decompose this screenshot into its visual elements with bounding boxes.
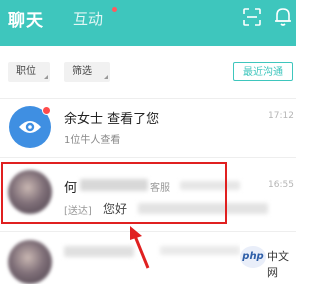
scan-icon[interactable]	[243, 8, 261, 26]
filter-chip[interactable]: 筛选	[64, 62, 110, 82]
viewer-title: 余女士 查看了您	[64, 112, 160, 127]
tab-chat[interactable]: 聊天	[8, 6, 44, 31]
divider	[0, 157, 296, 158]
tab-interaction[interactable]: 互动	[73, 8, 103, 29]
position-filter-label: 职位	[16, 66, 36, 77]
eye-icon	[19, 121, 41, 133]
watermark-text: 中文网	[267, 250, 289, 279]
blurred-tag	[160, 246, 240, 255]
divider	[0, 98, 296, 99]
top-bar: 聊天 互动	[0, 0, 296, 46]
filter-bar: 职位 筛选 最近沟通	[0, 46, 296, 98]
arrow-icon	[130, 226, 150, 269]
filter-label: 筛选	[72, 66, 92, 77]
dropdown-corner-icon	[104, 75, 108, 79]
notification-dot	[112, 7, 117, 12]
dropdown-corner-icon	[44, 75, 48, 79]
avatar	[8, 240, 52, 284]
unread-dot	[42, 106, 51, 115]
recent-chats-button[interactable]: 最近沟通	[233, 62, 293, 81]
timestamp: 16:55	[268, 180, 294, 190]
blurred-name	[64, 246, 134, 257]
timestamp: 17:12	[268, 111, 294, 121]
position-filter-chip[interactable]: 职位	[8, 62, 50, 82]
viewer-subtitle: 1位牛人查看	[64, 135, 121, 146]
bell-icon[interactable]	[273, 6, 293, 28]
watermark-logo: php	[240, 246, 266, 268]
viewer-avatar	[9, 106, 51, 148]
watermark: php 中文网	[240, 244, 296, 279]
highlight-box	[1, 162, 227, 224]
